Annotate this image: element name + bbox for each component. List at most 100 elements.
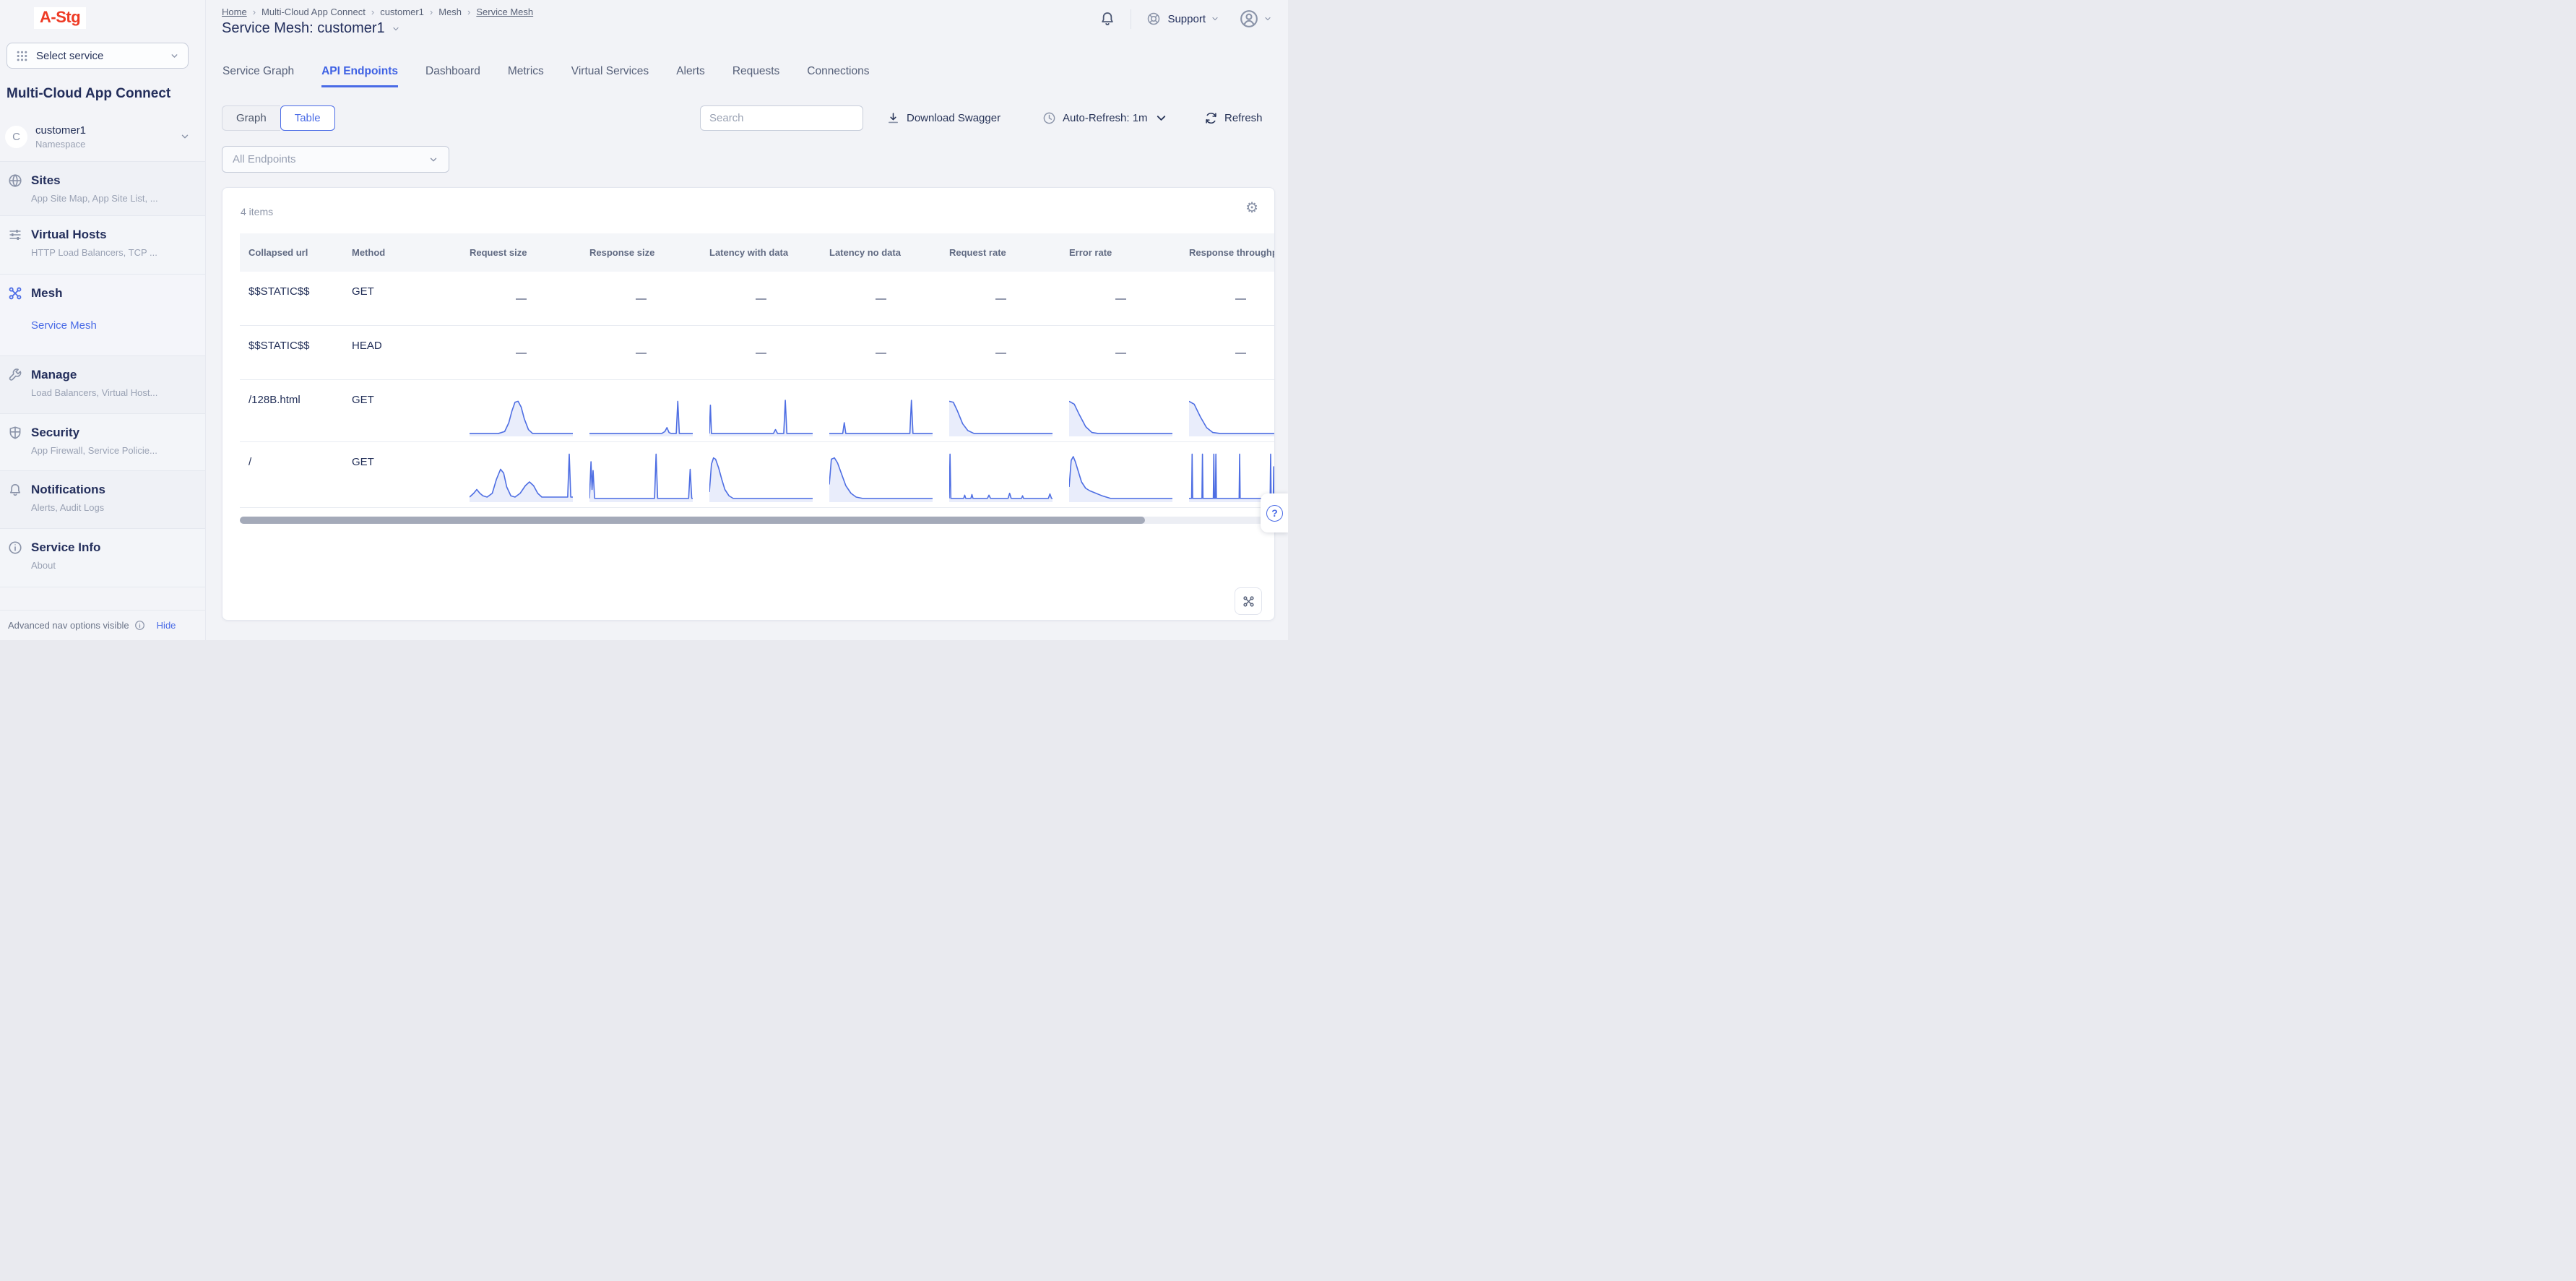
cell-empty-request-size: —	[470, 272, 589, 325]
download-swagger-button[interactable]: Download Swagger	[886, 105, 1000, 131]
cell-empty-response-size: —	[589, 272, 709, 325]
sidebar-item-subtitle: Load Balancers, Virtual Host...	[31, 387, 198, 398]
top-right-actions: Support	[1099, 9, 1272, 29]
chevron-down-icon[interactable]	[392, 25, 400, 33]
horizontal-scrollbar-track[interactable]	[240, 517, 1274, 524]
sidebar-item-service-info[interactable]: Service InfoAbout	[0, 528, 205, 587]
column-header-method: Method	[352, 233, 470, 272]
sidebar-item-manage[interactable]: Manage Load Balancers, Virtual Host...	[0, 355, 205, 413]
hide-advanced-nav-link[interactable]: Hide	[157, 620, 176, 631]
sidebar-item-virtual-hosts[interactable]: Virtual Hosts HTTP Load Balancers, TCP ..…	[0, 215, 205, 274]
breadcrumb-item-home[interactable]: Home	[222, 7, 247, 17]
auto-refresh-dropdown[interactable]: Auto-Refresh: 1m	[1042, 105, 1168, 131]
product-title: Multi-Cloud App Connect	[7, 86, 170, 102]
chevron-down-icon	[170, 51, 179, 61]
sidebar-item-sites[interactable]: Sites App Site Map, App Site List, ...	[0, 161, 205, 215]
sidebar-footer: Advanced nav options visible Hide	[0, 610, 205, 640]
search-input[interactable]	[700, 105, 863, 131]
empty-value-dash: —	[709, 293, 813, 305]
sparkline-error-rate	[1069, 380, 1189, 441]
table-header-row: Collapsed urlMethodRequest sizeResponse …	[240, 233, 1274, 272]
sidebar-item-notifications[interactable]: NotificationsAlerts, Audit Logs	[0, 470, 205, 528]
column-header-collapsed-url: Collapsed url	[240, 233, 352, 272]
sidebar-item-subtitle: App Site Map, App Site List, ...	[31, 193, 198, 204]
column-header-latency-with-data: Latency with data	[709, 233, 829, 272]
sparkline-chart	[1189, 452, 1274, 502]
sidebar-item-head: Manage	[8, 368, 198, 382]
breadcrumb-separator: ›	[371, 7, 374, 17]
select-service-dropdown[interactable]: Select service	[7, 43, 189, 69]
sparkline-request-rate	[949, 442, 1069, 507]
grid-icon	[16, 50, 28, 62]
sparkline-response-size	[589, 442, 709, 507]
support-menu[interactable]: Support	[1146, 12, 1219, 26]
tab-virtual-services[interactable]: Virtual Services	[571, 65, 649, 87]
breadcrumb-separator: ›	[253, 7, 256, 17]
cell-collapsed-url: $$STATIC$$	[240, 272, 352, 325]
empty-value-dash: —	[589, 347, 693, 359]
endpoint-filter-value: All Endpoints	[233, 153, 428, 165]
empty-value-dash: —	[470, 347, 573, 359]
chevron-down-icon	[180, 131, 190, 142]
breadcrumb-item-customer1[interactable]: customer1	[380, 7, 424, 17]
sparkline-chart	[829, 397, 933, 436]
sidebar-item-label: Virtual Hosts	[31, 228, 107, 242]
sidebar-item-subtitle: HTTP Load Balancers, TCP ...	[31, 247, 198, 258]
table-settings-gear-icon[interactable]: ⚙	[1245, 201, 1258, 215]
table-row: $$STATIC$$GET———————	[240, 272, 1274, 326]
cell-empty-error-rate: —	[1069, 326, 1189, 379]
tab-metrics[interactable]: Metrics	[508, 65, 544, 87]
sidebar-item-head: Sites	[8, 173, 198, 188]
sidebar-sublink-service-mesh[interactable]: Service Mesh	[31, 319, 198, 332]
sidebar-item-subtitle: Alerts, Audit Logs	[31, 502, 198, 513]
namespace-type-label: Namespace	[35, 139, 180, 150]
tab-connections[interactable]: Connections	[807, 65, 869, 87]
sliders-icon	[8, 228, 22, 242]
refresh-icon	[1204, 111, 1218, 125]
chevron-down-icon	[1154, 111, 1168, 125]
notifications-bell-icon[interactable]	[1099, 11, 1115, 27]
sidebar-item-subtitle: App Firewall, Service Policie...	[31, 445, 198, 456]
sparkline-response-throughput	[1189, 380, 1274, 441]
sparkline-chart	[949, 397, 1053, 436]
user-menu[interactable]	[1239, 9, 1272, 29]
toggle-graph-button[interactable]: Graph	[222, 105, 280, 131]
tab-alerts[interactable]: Alerts	[676, 65, 705, 87]
tab-requests[interactable]: Requests	[732, 65, 779, 87]
sidebar-item-security[interactable]: Security App Firewall, Service Policie...	[0, 413, 205, 470]
sidebar-item-mesh[interactable]: MeshService Mesh	[0, 274, 205, 355]
tab-service-graph[interactable]: Service Graph	[222, 65, 294, 87]
breadcrumb-item-multi-cloud-app-connect[interactable]: Multi-Cloud App Connect	[262, 7, 366, 17]
help-button[interactable]: ?	[1261, 493, 1288, 532]
empty-value-dash: —	[829, 293, 933, 305]
sidebar-item-head: Service Info	[8, 540, 198, 555]
table-row: /128B.htmlGET	[240, 380, 1274, 442]
graph-view-button[interactable]	[1235, 587, 1262, 615]
breadcrumb-item-service-mesh[interactable]: Service Mesh	[476, 7, 533, 17]
table-row: /GET	[240, 442, 1274, 508]
select-service-label: Select service	[36, 50, 170, 62]
chevron-down-icon	[428, 155, 438, 165]
empty-value-dash: —	[949, 293, 1053, 305]
refresh-button[interactable]: Refresh	[1204, 105, 1263, 131]
chevron-down-icon	[1211, 14, 1219, 23]
tab-dashboard[interactable]: Dashboard	[425, 65, 480, 87]
tab-api-endpoints[interactable]: API Endpoints	[321, 65, 398, 87]
empty-value-dash: —	[949, 347, 1053, 359]
column-header-response-size: Response size	[589, 233, 709, 272]
breadcrumb-item-mesh[interactable]: Mesh	[438, 7, 462, 17]
endpoint-filter-select[interactable]: All Endpoints	[222, 146, 449, 173]
empty-value-dash: —	[709, 347, 813, 359]
sparkline-chart	[589, 452, 693, 502]
namespace-selector[interactable]: C customer1 Namespace	[5, 118, 200, 155]
sparkline-chart	[1189, 397, 1274, 436]
shield-icon	[8, 426, 22, 440]
lifebuoy-icon	[1146, 12, 1161, 26]
toggle-table-button[interactable]: Table	[280, 105, 335, 131]
brand-logo: A-Stg	[34, 7, 86, 29]
sidebar-item-label: Security	[31, 426, 79, 440]
horizontal-scrollbar-thumb[interactable]	[240, 517, 1145, 524]
advanced-nav-label: Advanced nav options visible	[8, 620, 129, 631]
main-content: Home›Multi-Cloud App Connect›customer1›M…	[207, 0, 1288, 640]
namespace-avatar: C	[5, 126, 27, 148]
